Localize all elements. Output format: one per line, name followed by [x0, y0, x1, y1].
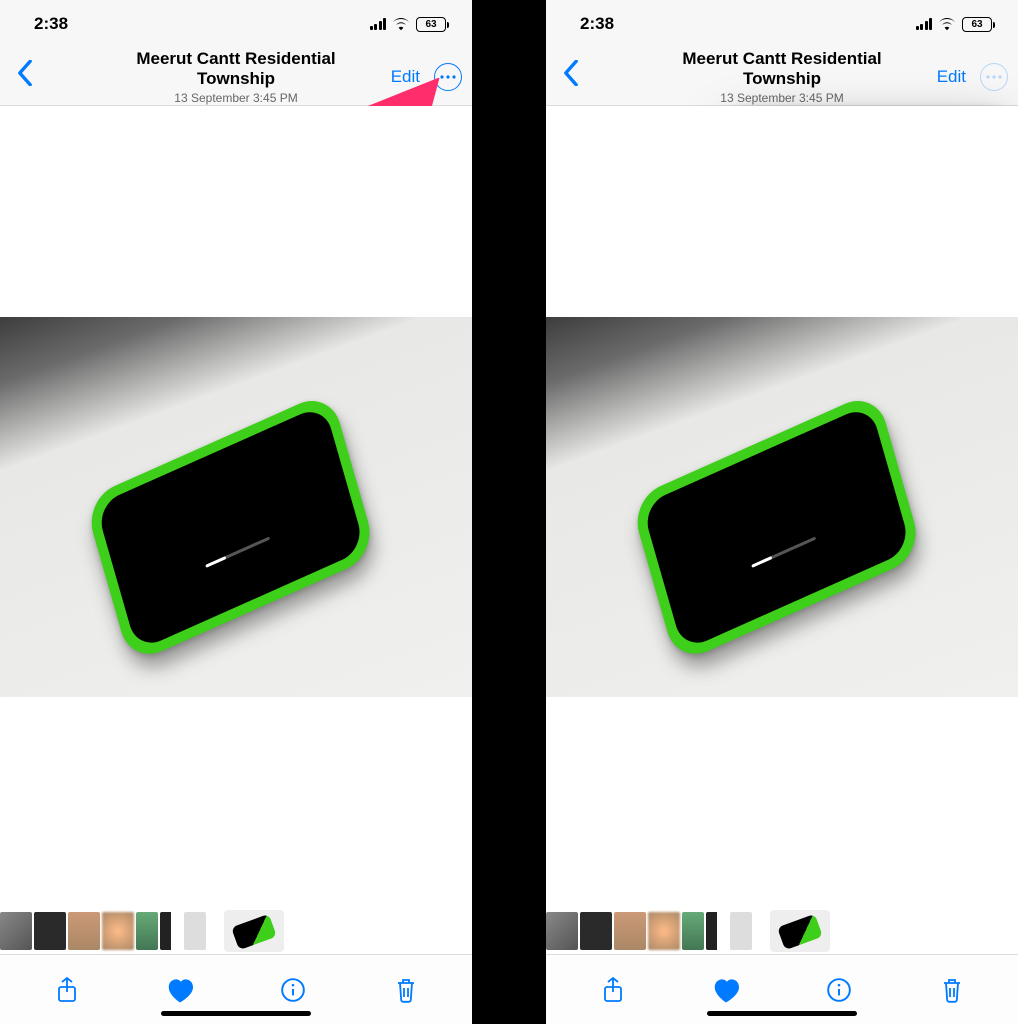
thumbnail-selected[interactable]: [770, 910, 830, 952]
edit-button[interactable]: Edit: [391, 67, 420, 87]
delete-button[interactable]: [930, 968, 974, 1012]
cellular-signal-icon: [916, 18, 933, 30]
favorite-button[interactable]: [158, 968, 202, 1012]
home-indicator[interactable]: [707, 1011, 857, 1016]
wifi-icon: [938, 17, 956, 31]
nav-bar: Meerut Cantt Residential Township 13 Sep…: [546, 48, 1018, 106]
favorite-button[interactable]: [704, 968, 748, 1012]
photo-viewer[interactable]: [546, 106, 1018, 908]
thumbnail[interactable]: [706, 912, 728, 950]
thumbnail[interactable]: [160, 912, 182, 950]
thumbnail[interactable]: [580, 912, 612, 950]
thumbnail[interactable]: [102, 912, 134, 950]
photo-subject-iphone: [630, 390, 924, 665]
thumbnail[interactable]: [136, 912, 158, 950]
photo-location: Meerut Cantt Residential Township: [664, 49, 900, 89]
thumbnail[interactable]: [682, 912, 704, 950]
back-button[interactable]: [10, 60, 40, 94]
thumbnail[interactable]: [730, 912, 752, 950]
more-options-button[interactable]: [980, 63, 1008, 91]
thumbnail-selected[interactable]: [224, 910, 284, 952]
photo-viewer[interactable]: [0, 106, 472, 908]
thumbnail[interactable]: [68, 912, 100, 950]
status-right-cluster: 63: [370, 17, 447, 32]
status-bar: 2:38 63: [0, 0, 472, 48]
status-bar: 2:38 63: [546, 0, 1018, 48]
thumbnail-strip[interactable]: [546, 908, 1018, 954]
photo-location: Meerut Cantt Residential Township: [118, 49, 354, 89]
status-right-cluster: 63: [916, 17, 993, 32]
back-button[interactable]: [556, 60, 586, 94]
thumbnail[interactable]: [546, 912, 578, 950]
photo-datetime: 13 September 3:45 PM: [118, 91, 354, 105]
thumbnail[interactable]: [34, 912, 66, 950]
nav-title: Meerut Cantt Residential Township 13 Sep…: [118, 49, 354, 105]
thumbnail[interactable]: [0, 912, 32, 950]
battery-icon: 63: [962, 17, 992, 32]
nav-title: Meerut Cantt Residential Township 13 Sep…: [664, 49, 900, 105]
photo-datetime: 13 September 3:45 PM: [664, 91, 900, 105]
battery-icon: 63: [416, 17, 446, 32]
more-options-button[interactable]: [434, 63, 462, 91]
thumbnail[interactable]: [184, 912, 206, 950]
delete-button[interactable]: [384, 968, 428, 1012]
edit-button[interactable]: Edit: [937, 67, 966, 87]
share-button[interactable]: [45, 968, 89, 1012]
info-button[interactable]: [817, 968, 861, 1012]
status-time: 2:38: [34, 14, 68, 34]
share-button[interactable]: [591, 968, 635, 1012]
wifi-icon: [392, 17, 410, 31]
current-photo: [546, 317, 1018, 697]
thumbnail-strip[interactable]: [0, 908, 472, 954]
current-photo: [0, 317, 472, 697]
status-time: 2:38: [580, 14, 614, 34]
home-indicator[interactable]: [161, 1011, 311, 1016]
info-button[interactable]: [271, 968, 315, 1012]
thumbnail[interactable]: [614, 912, 646, 950]
phone-screenshot-left: 2:38 63 Meerut Cantt Residential Townshi…: [0, 0, 472, 1024]
phone-screenshot-right: 2:38 63 Meerut Cantt Residential Townshi…: [546, 0, 1018, 1024]
nav-bar: Meerut Cantt Residential Township 13 Sep…: [0, 48, 472, 106]
cellular-signal-icon: [370, 18, 387, 30]
photo-subject-iphone: [84, 390, 378, 665]
thumbnail[interactable]: [648, 912, 680, 950]
